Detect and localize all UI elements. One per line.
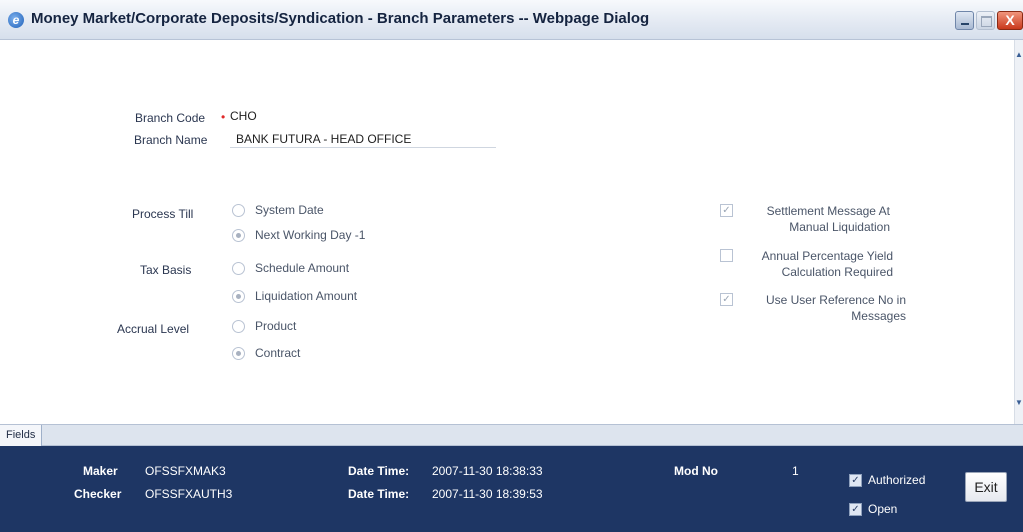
tax-basis-label: Tax Basis bbox=[140, 263, 192, 277]
exit-button[interactable]: Exit bbox=[965, 472, 1007, 502]
minimize-button[interactable] bbox=[955, 11, 974, 30]
branch-name-label: Branch Name bbox=[134, 133, 208, 147]
radio-label: Contract bbox=[255, 346, 301, 360]
settlement-message-label: Settlement Message At Manual Liquidation bbox=[738, 203, 890, 235]
open-checkbox[interactable]: ✓ bbox=[849, 503, 862, 516]
annual-percentage-yield-label: Annual Percentage Yield Calculation Requ… bbox=[738, 248, 893, 280]
accrual-level-contract-radio[interactable]: Contract bbox=[232, 346, 300, 360]
checkbox-label-line2: Messages bbox=[851, 309, 906, 323]
use-user-reference-label: Use User Reference No in Messages bbox=[738, 292, 906, 324]
accrual-level-product-radio[interactable]: Product bbox=[232, 319, 296, 333]
authorized-checkbox[interactable]: ✓ bbox=[849, 474, 862, 487]
accrual-level-label: Accrual Level bbox=[117, 322, 190, 336]
settlement-message-checkbox[interactable]: ✓ bbox=[720, 204, 733, 217]
use-user-reference-checkbox[interactable]: ✓ bbox=[720, 293, 733, 306]
process-till-next-working-day-radio[interactable]: Next Working Day -1 bbox=[232, 228, 365, 242]
radio-label: Next Working Day -1 bbox=[255, 228, 366, 242]
checker-datetime-label: Date Time: bbox=[348, 487, 410, 501]
scroll-down-icon[interactable]: ▼ bbox=[1015, 398, 1023, 408]
maker-label: Maker bbox=[83, 464, 118, 478]
ie-icon: e bbox=[8, 12, 24, 28]
audit-footer: Maker OFSSFXMAK3 Checker OFSSFXAUTH3 Dat… bbox=[0, 446, 1023, 532]
branch-name-field[interactable]: BANK FUTURA - HEAD OFFICE bbox=[236, 132, 411, 146]
checker-datetime-value: 2007-11-30 18:39:53 bbox=[432, 487, 543, 501]
window-title: Money Market/Corporate Deposits/Syndicat… bbox=[31, 10, 650, 27]
checker-value: OFSSFXAUTH3 bbox=[145, 487, 233, 501]
checkbox-label-line1: Settlement Message At bbox=[766, 204, 890, 218]
vertical-scrollbar[interactable]: ▲ ▼ bbox=[1014, 40, 1023, 424]
tax-basis-liquidation-amount-radio[interactable]: Liquidation Amount bbox=[232, 289, 357, 303]
checkbox-label-line2: Calculation Required bbox=[781, 265, 893, 279]
tab-fields[interactable]: Fields bbox=[0, 425, 43, 446]
checkbox-label-line1: Annual Percentage Yield bbox=[761, 249, 893, 263]
checker-label: Checker bbox=[74, 487, 122, 501]
title-bar: e Money Market/Corporate Deposits/Syndic… bbox=[0, 0, 1023, 40]
annual-percentage-yield-checkbox[interactable] bbox=[720, 249, 733, 262]
mod-no-label: Mod No bbox=[674, 464, 718, 478]
checkbox-label-line1: Use User Reference No in bbox=[765, 293, 906, 307]
required-indicator: • bbox=[221, 110, 226, 124]
branch-code-label: Branch Code bbox=[135, 111, 206, 125]
tab-strip: Fields bbox=[0, 424, 1023, 446]
checkbox-label-line2: Manual Liquidation bbox=[789, 220, 890, 234]
maker-datetime-value: 2007-11-30 18:38:33 bbox=[432, 464, 543, 478]
scroll-up-icon[interactable]: ▲ bbox=[1015, 50, 1023, 60]
process-till-system-date-radio[interactable]: System Date bbox=[232, 203, 324, 217]
radio-icon[interactable] bbox=[232, 261, 245, 275]
authorized-label: Authorized bbox=[868, 473, 926, 487]
radio-icon[interactable] bbox=[232, 203, 245, 217]
radio-label: Liquidation Amount bbox=[255, 289, 358, 303]
radio-icon[interactable] bbox=[232, 319, 245, 333]
branch-name-underline bbox=[230, 147, 496, 148]
maker-value: OFSSFXMAK3 bbox=[145, 464, 226, 478]
main-content: Branch Code • CHO Branch Name BANK FUTUR… bbox=[0, 40, 1014, 424]
radio-label: Product bbox=[255, 319, 297, 333]
radio-checked-icon[interactable] bbox=[232, 289, 245, 303]
radio-label: System Date bbox=[255, 203, 324, 217]
process-till-label: Process Till bbox=[132, 207, 194, 221]
radio-checked-icon[interactable] bbox=[232, 346, 245, 360]
maker-datetime-label: Date Time: bbox=[348, 464, 410, 478]
close-button[interactable]: X bbox=[997, 11, 1023, 30]
maximize-button[interactable] bbox=[976, 11, 995, 30]
branch-code-value: CHO bbox=[230, 109, 257, 123]
radio-label: Schedule Amount bbox=[255, 261, 350, 275]
tax-basis-schedule-amount-radio[interactable]: Schedule Amount bbox=[232, 261, 349, 275]
open-label: Open bbox=[868, 502, 898, 516]
mod-no-value: 1 bbox=[792, 464, 799, 478]
radio-checked-icon[interactable] bbox=[232, 228, 245, 242]
